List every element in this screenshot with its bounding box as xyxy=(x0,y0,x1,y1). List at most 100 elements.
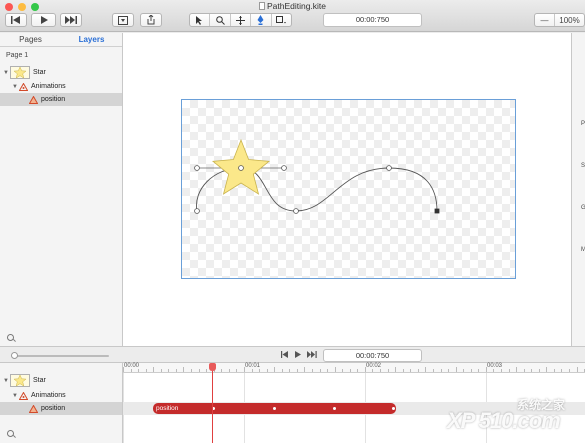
ruler-tick xyxy=(289,369,291,372)
ruler-tick xyxy=(191,369,193,372)
ruler-tick xyxy=(312,369,313,372)
ruler-tick xyxy=(319,369,321,372)
playhead-line xyxy=(212,363,213,443)
timeline-row-position[interactable]: position xyxy=(0,402,122,415)
ruler-tick xyxy=(145,369,147,372)
timeline-zoom-knob[interactable] xyxy=(11,352,18,359)
ruler-tick xyxy=(138,369,140,372)
ruler-tick xyxy=(168,369,170,372)
timeline-time-display[interactable]: 00:00:750 xyxy=(323,349,422,362)
timeline-zoom-slider[interactable] xyxy=(14,355,109,357)
keyframe-marker[interactable] xyxy=(392,407,395,410)
path-point[interactable] xyxy=(194,208,200,214)
path-point[interactable] xyxy=(281,165,287,171)
ruler-tick xyxy=(380,369,382,372)
ruler-tick xyxy=(236,369,238,372)
ruler-tick xyxy=(206,369,208,372)
ruler-tick xyxy=(531,369,533,372)
ruler-tick xyxy=(334,367,336,372)
ruler-tick xyxy=(372,369,374,372)
inspector-label: P xyxy=(581,121,585,127)
timeline-layers: ▼ Star ▼ Animations position xyxy=(0,363,123,443)
disclosure-triangle-icon[interactable]: ▼ xyxy=(2,378,10,384)
keyframe-marker[interactable] xyxy=(333,407,336,410)
timeline-label: Animations xyxy=(31,392,66,399)
ruler-tick xyxy=(455,367,457,372)
timeline-row-star[interactable]: ▼ Star xyxy=(0,374,122,387)
playhead-handle[interactable] xyxy=(209,363,216,371)
ruler-tick xyxy=(342,369,344,372)
skip-back-icon[interactable] xyxy=(281,351,289,358)
keyframe-marker[interactable] xyxy=(273,407,276,410)
ruler-tick xyxy=(485,367,487,372)
ruler-tick xyxy=(516,367,518,372)
ruler-tick xyxy=(160,369,162,372)
path-point[interactable] xyxy=(238,165,244,171)
ruler-label: 00:02 xyxy=(366,363,382,369)
ruler-tick xyxy=(266,369,268,372)
ruler-tick xyxy=(304,367,306,372)
ruler-tick xyxy=(432,369,434,372)
ruler-tick xyxy=(425,367,427,372)
timeline-transport: 00:00:750 xyxy=(0,346,585,363)
ruler-tick xyxy=(470,369,472,372)
ruler-tick xyxy=(251,369,253,372)
ruler-tick xyxy=(130,369,132,372)
inspector-label: S xyxy=(581,163,585,169)
ruler-tick xyxy=(508,369,510,372)
position-animation-bar[interactable]: position xyxy=(153,403,396,414)
ruler-tick xyxy=(523,369,525,372)
ruler-tick xyxy=(417,369,419,372)
ruler-tick xyxy=(153,367,155,372)
ruler-tick xyxy=(259,369,261,372)
animation-bar-label: position xyxy=(156,405,179,412)
ruler-tick xyxy=(198,369,200,372)
ruler-tick xyxy=(440,369,442,372)
ruler-tick xyxy=(546,367,548,372)
ruler-tick xyxy=(296,369,298,372)
ruler-tick xyxy=(402,369,404,372)
skip-forward-icon[interactable] xyxy=(307,351,317,358)
ruler-tick xyxy=(576,367,578,372)
ruler-tick xyxy=(493,369,495,372)
timeline-row-animations[interactable]: ▼ Animations xyxy=(0,389,122,402)
play-icon[interactable] xyxy=(294,351,301,358)
ruler-tick xyxy=(561,369,563,372)
inspector-panel: P S G M xyxy=(571,33,585,346)
disclosure-triangle-icon[interactable]: ▼ xyxy=(11,393,19,399)
ruler-tick xyxy=(410,369,412,372)
ruler-tick xyxy=(228,369,230,372)
ruler-tick xyxy=(538,369,540,372)
ruler-tick xyxy=(395,367,397,372)
path-end-point[interactable] xyxy=(434,208,440,214)
ruler-tick xyxy=(364,367,366,372)
path-point[interactable] xyxy=(386,165,392,171)
ruler-tick xyxy=(123,367,124,372)
ruler-tick xyxy=(327,369,329,372)
ruler-tick xyxy=(478,369,480,372)
ruler-tick xyxy=(221,369,223,372)
ruler-tick xyxy=(569,369,571,372)
ruler-tick xyxy=(281,369,283,372)
animation-icon xyxy=(29,404,38,413)
ruler-tick xyxy=(175,369,177,372)
star-thumbnail-icon xyxy=(10,374,30,387)
path-point[interactable] xyxy=(194,165,200,171)
ruler-tick xyxy=(448,369,450,372)
time-ruler[interactable]: 00:00 00:01 00:02 00:03 xyxy=(123,363,585,373)
watermark-bottom: XP 510.com xyxy=(447,408,561,433)
ruler-tick xyxy=(553,369,555,372)
ruler-tick xyxy=(183,367,185,372)
ruler-tick xyxy=(387,369,389,372)
inspector-label: M xyxy=(581,247,585,253)
path-point[interactable] xyxy=(293,208,299,214)
search-icon[interactable] xyxy=(7,430,14,437)
ruler-tick xyxy=(274,367,276,372)
ruler-tick xyxy=(501,369,502,372)
ruler-tick xyxy=(349,369,351,372)
ruler-tick xyxy=(463,369,465,372)
ruler-tick xyxy=(357,369,359,372)
ruler-tick xyxy=(243,367,245,372)
timeline-label: Star xyxy=(33,377,46,384)
animation-group-icon xyxy=(19,391,28,400)
